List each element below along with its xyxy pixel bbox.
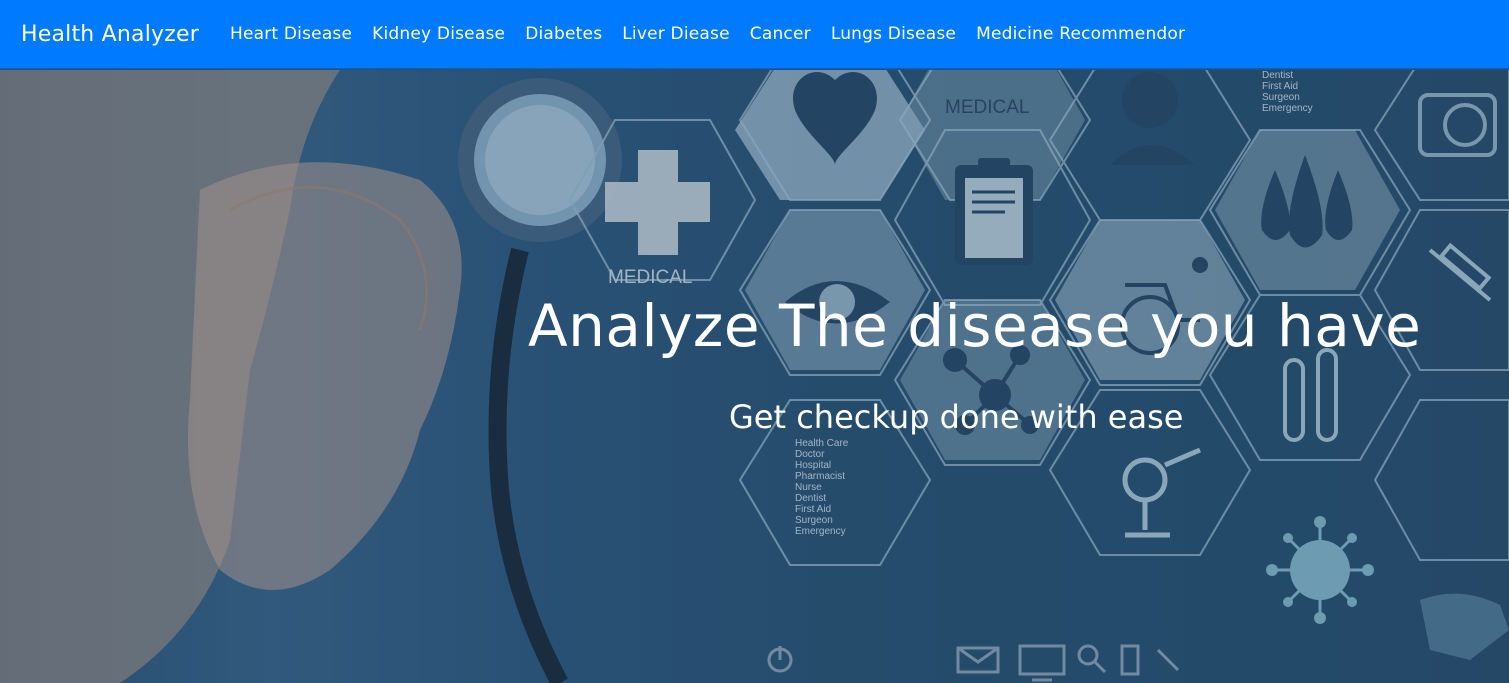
nav-lungs-disease[interactable]: Lungs Disease (831, 24, 956, 44)
nav-liver-disease[interactable]: Liver Diease (622, 24, 730, 44)
hero-overlay (0, 70, 1509, 683)
nav-cancer[interactable]: Cancer (750, 24, 811, 44)
nav-medicine-recommendor[interactable]: Medicine Recommendor (976, 24, 1185, 44)
hero-title: Analyze The disease you have (528, 292, 1422, 360)
brand-link[interactable]: Health Analyzer (21, 22, 199, 47)
hero-subtitle: Get checkup done with ease (729, 398, 1184, 436)
hero-section: MEDICAL MEDICAL Health Care Doctor Hospi… (0, 70, 1509, 683)
nav-diabetes[interactable]: Diabetes (525, 24, 602, 44)
navbar: Health Analyzer Heart Disease Kidney Dis… (0, 0, 1509, 69)
nav-heart-disease[interactable]: Heart Disease (230, 24, 352, 44)
nav-kidney-disease[interactable]: Kidney Disease (372, 24, 505, 44)
